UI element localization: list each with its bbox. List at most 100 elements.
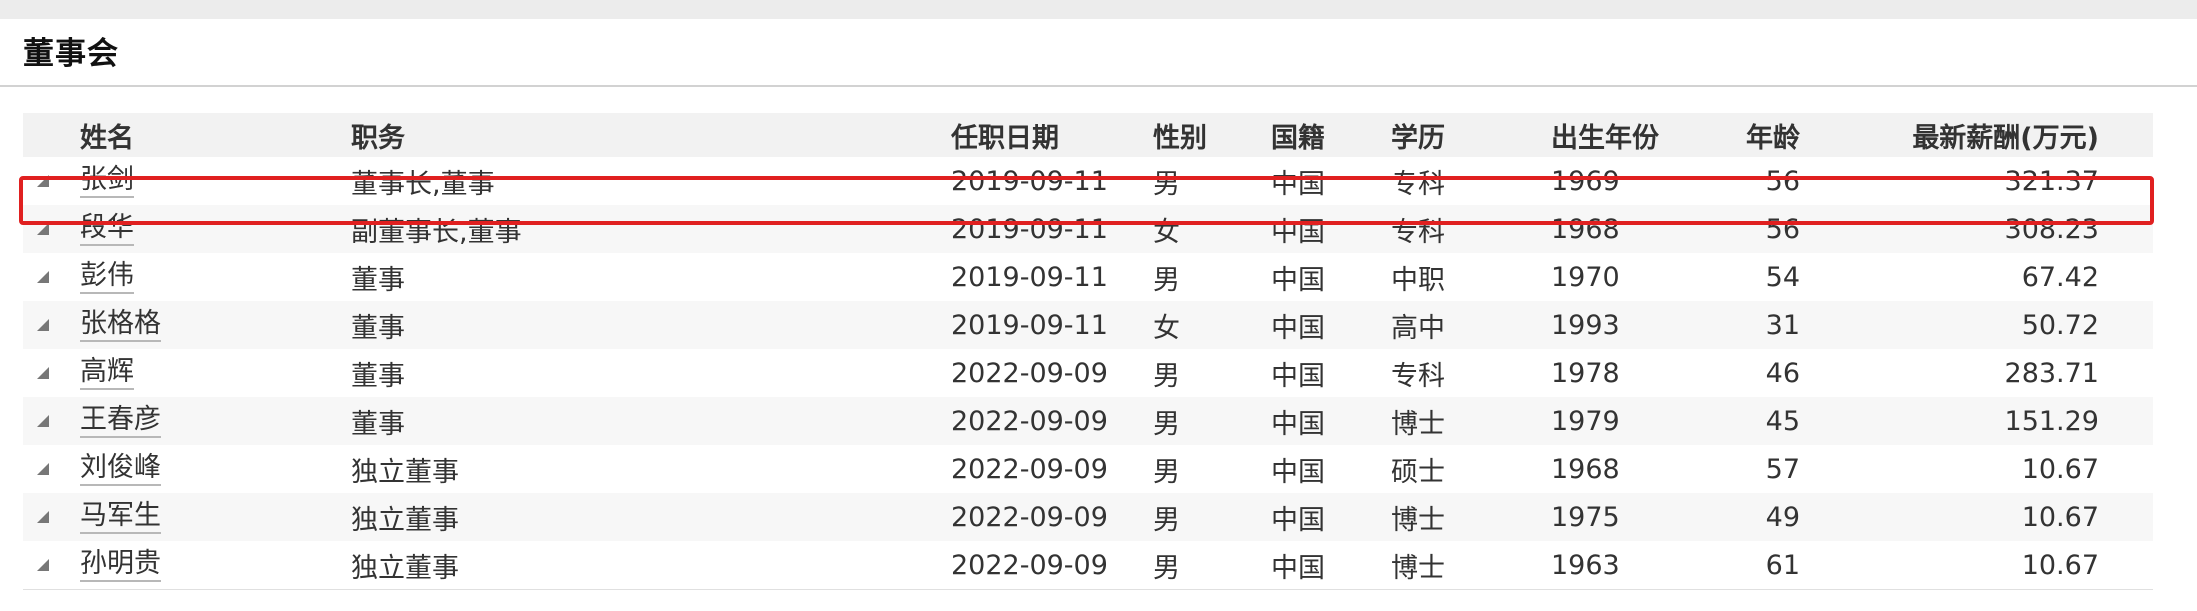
gender: 男: [1153, 408, 1180, 440]
gender: 女: [1153, 312, 1180, 344]
table-row[interactable]: 彭伟 董事 2019-09-11 男 中国 中职 1970 54 67.42: [23, 253, 2153, 301]
appointment-date: 2022-09-09: [951, 405, 1108, 437]
table-row[interactable]: 刘俊峰 独立董事 2022-09-09 男 中国 硕士 1968 57 10.6…: [23, 445, 2153, 493]
education: 高中: [1391, 312, 1445, 344]
expand-triangle-icon[interactable]: [37, 253, 67, 301]
column-header-gender: 性别: [1153, 122, 1207, 154]
director-name-cell[interactable]: 刘俊峰: [80, 445, 320, 493]
salary: 10.67: [2021, 501, 2099, 533]
table-row[interactable]: 马军生 独立董事 2022-09-09 男 中国 博士 1975 49 10.6…: [23, 493, 2153, 541]
column-header-age: 年龄: [1746, 122, 1800, 154]
nationality: 中国: [1271, 504, 1325, 536]
appointment-date: 2022-09-09: [951, 501, 1108, 533]
appointment-date: 2019-09-11: [951, 261, 1108, 293]
board-panel: 董事会 姓名 职务 任职日期 性别 国籍 学历 出生年份 年龄 最新薪酬(万元)…: [0, 19, 2197, 611]
column-header-title: 职务: [351, 122, 405, 154]
director-name-link[interactable]: 张剑: [80, 164, 134, 198]
age: 46: [1765, 357, 1800, 389]
expand-triangle-icon[interactable]: [37, 301, 67, 349]
director-name-cell[interactable]: 马军生: [80, 493, 320, 541]
birth-year: 1968: [1551, 453, 1620, 485]
gender: 男: [1153, 264, 1180, 296]
director-name-cell[interactable]: 张格格: [80, 301, 320, 349]
director-name-link[interactable]: 刘俊峰: [80, 452, 161, 486]
gender: 男: [1153, 504, 1180, 536]
table-row[interactable]: 张剑 董事长,董事 2019-09-11 男 中国 专科 1969 56 321…: [23, 157, 2153, 205]
table-row[interactable]: 孙明贵 独立董事 2022-09-09 男 中国 博士 1963 61 10.6…: [23, 541, 2153, 589]
expand-triangle-icon[interactable]: [37, 157, 67, 205]
gender: 男: [1153, 168, 1180, 200]
column-header-nation: 国籍: [1271, 122, 1325, 154]
expand-triangle-icon[interactable]: [37, 493, 67, 541]
table-row[interactable]: 王春彦 董事 2022-09-09 男 中国 博士 1979 45 151.29: [23, 397, 2153, 445]
table-header-row: 姓名 职务 任职日期 性别 国籍 学历 出生年份 年龄 最新薪酬(万元): [23, 113, 2153, 157]
gender: 男: [1153, 456, 1180, 488]
education: 博士: [1391, 552, 1445, 584]
salary: 308.23: [2004, 213, 2099, 245]
age: 54: [1765, 261, 1800, 293]
salary: 10.67: [2021, 549, 2099, 581]
director-name-link[interactable]: 张格格: [80, 308, 161, 342]
nationality: 中国: [1271, 408, 1325, 440]
appointment-date: 2019-09-11: [951, 309, 1108, 341]
director-name-cell[interactable]: 高辉: [80, 349, 320, 397]
education: 硕士: [1391, 456, 1445, 488]
director-name-link[interactable]: 马军生: [80, 500, 161, 534]
birth-year: 1970: [1551, 261, 1620, 293]
director-title: 董事: [351, 360, 405, 392]
nationality: 中国: [1271, 216, 1325, 248]
birth-year: 1969: [1551, 165, 1620, 197]
table-row[interactable]: 张格格 董事 2019-09-11 女 中国 高中 1993 31 50.72: [23, 301, 2153, 349]
director-name-link[interactable]: 王春彦: [80, 404, 161, 438]
age: 45: [1765, 405, 1800, 437]
director-title: 独立董事: [351, 504, 459, 536]
gender: 男: [1153, 360, 1180, 392]
nationality: 中国: [1271, 168, 1325, 200]
director-name-cell[interactable]: 张剑: [80, 157, 320, 205]
expand-triangle-icon[interactable]: [37, 349, 67, 397]
education: 中职: [1391, 264, 1445, 296]
nationality: 中国: [1271, 456, 1325, 488]
director-title: 副董事长,董事: [351, 216, 522, 248]
age: 56: [1765, 165, 1800, 197]
expand-triangle-icon[interactable]: [37, 445, 67, 493]
education: 博士: [1391, 504, 1445, 536]
expand-triangle-icon[interactable]: [37, 205, 67, 253]
column-header-salary: 最新薪酬(万元): [1912, 122, 2099, 154]
director-name-link[interactable]: 彭伟: [80, 260, 134, 294]
director-name-link[interactable]: 孙明贵: [80, 548, 161, 582]
director-title: 董事长,董事: [351, 168, 495, 200]
education: 专科: [1391, 360, 1445, 392]
appointment-date: 2022-09-09: [951, 549, 1108, 581]
table-bottom-divider: [23, 589, 2153, 590]
birth-year: 1978: [1551, 357, 1620, 389]
salary: 50.72: [2021, 309, 2099, 341]
table-row[interactable]: 高辉 董事 2022-09-09 男 中国 专科 1978 46 283.71: [23, 349, 2153, 397]
top-band: [0, 0, 2197, 19]
age: 31: [1765, 309, 1800, 341]
appointment-date: 2022-09-09: [951, 357, 1108, 389]
column-header-date: 任职日期: [951, 122, 1059, 154]
director-name-cell[interactable]: 段华: [80, 205, 320, 253]
expand-triangle-icon[interactable]: [37, 541, 67, 589]
column-header-education: 学历: [1391, 122, 1445, 154]
director-name-link[interactable]: 段华: [80, 212, 134, 246]
gender: 女: [1153, 216, 1180, 248]
birth-year: 1963: [1551, 549, 1620, 581]
age: 49: [1765, 501, 1800, 533]
table-row[interactable]: 段华 副董事长,董事 2019-09-11 女 中国 专科 1968 56 30…: [23, 205, 2153, 253]
appointment-date: 2019-09-11: [951, 165, 1108, 197]
column-header-name: 姓名: [80, 122, 134, 154]
birth-year: 1968: [1551, 213, 1620, 245]
panel-title: 董事会: [23, 36, 119, 72]
education: 专科: [1391, 168, 1445, 200]
director-name-cell[interactable]: 孙明贵: [80, 541, 320, 589]
panel-header: 董事会: [0, 19, 2197, 87]
salary: 283.71: [2004, 357, 2099, 389]
director-name-cell[interactable]: 彭伟: [80, 253, 320, 301]
director-name-cell[interactable]: 王春彦: [80, 397, 320, 445]
gender: 男: [1153, 552, 1180, 584]
nationality: 中国: [1271, 552, 1325, 584]
expand-triangle-icon[interactable]: [37, 397, 67, 445]
director-name-link[interactable]: 高辉: [80, 356, 134, 390]
